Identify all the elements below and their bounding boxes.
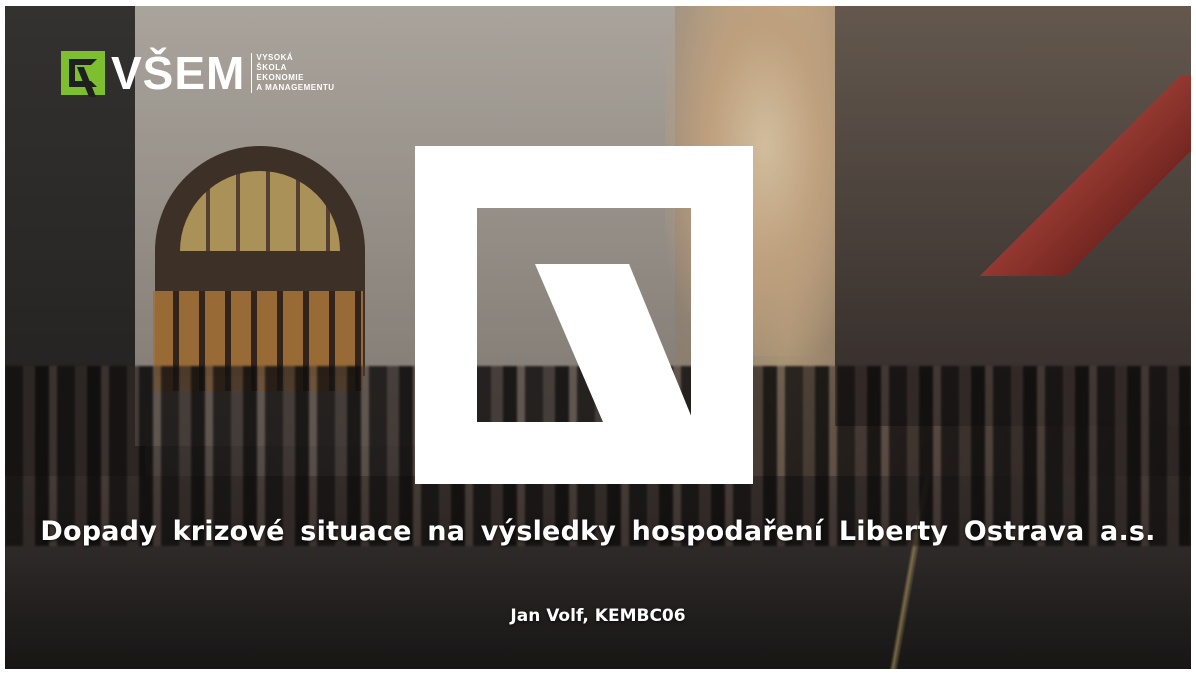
vsem-logo-subtitle: VYSOKÁ ŠKOLA EKONOMIE A MANAGEMENTU [251, 53, 334, 93]
vsem-logo-mark-icon [61, 51, 105, 95]
logo-subtitle-line: VYSOKÁ [256, 53, 294, 62]
slide-title: Dopady krizové situace na výsledky hospo… [40, 516, 1156, 547]
logo-subtitle-line: ŠKOLA [256, 63, 287, 72]
vsem-logo: VŠEM VYSOKÁ ŠKOLA EKONOMIE A MANAGEMENTU [61, 47, 335, 99]
slide-author: Jan Volf, KEMBC06 [510, 606, 686, 626]
vsem-emblem-icon [415, 146, 753, 484]
logo-subtitle-line: A MANAGEMENTU [256, 83, 335, 92]
vsem-logo-wordmark: VŠEM [111, 47, 246, 99]
presentation-slide: VŠEM VYSOKÁ ŠKOLA EKONOMIE A MANAGEMENTU… [5, 6, 1191, 669]
logo-subtitle-line: EKONOMIE [256, 73, 304, 82]
